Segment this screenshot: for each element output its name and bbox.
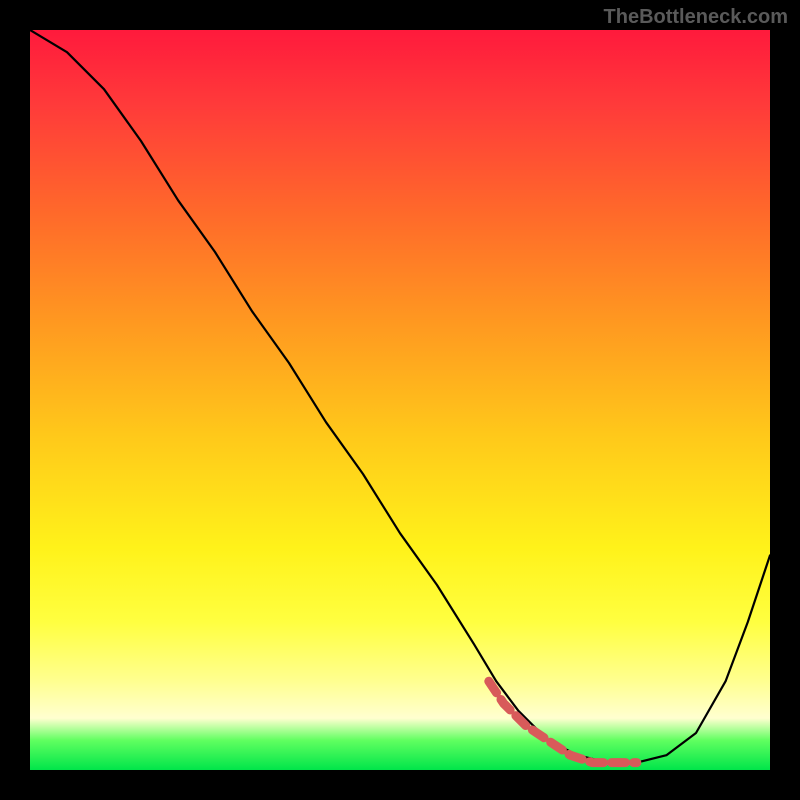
bottleneck-curve-line	[30, 30, 770, 763]
chart-plot-area	[30, 30, 770, 770]
watermark-text: TheBottleneck.com	[604, 6, 788, 29]
chart-svg	[30, 30, 770, 770]
optimal-zone-highlight	[489, 681, 637, 762]
